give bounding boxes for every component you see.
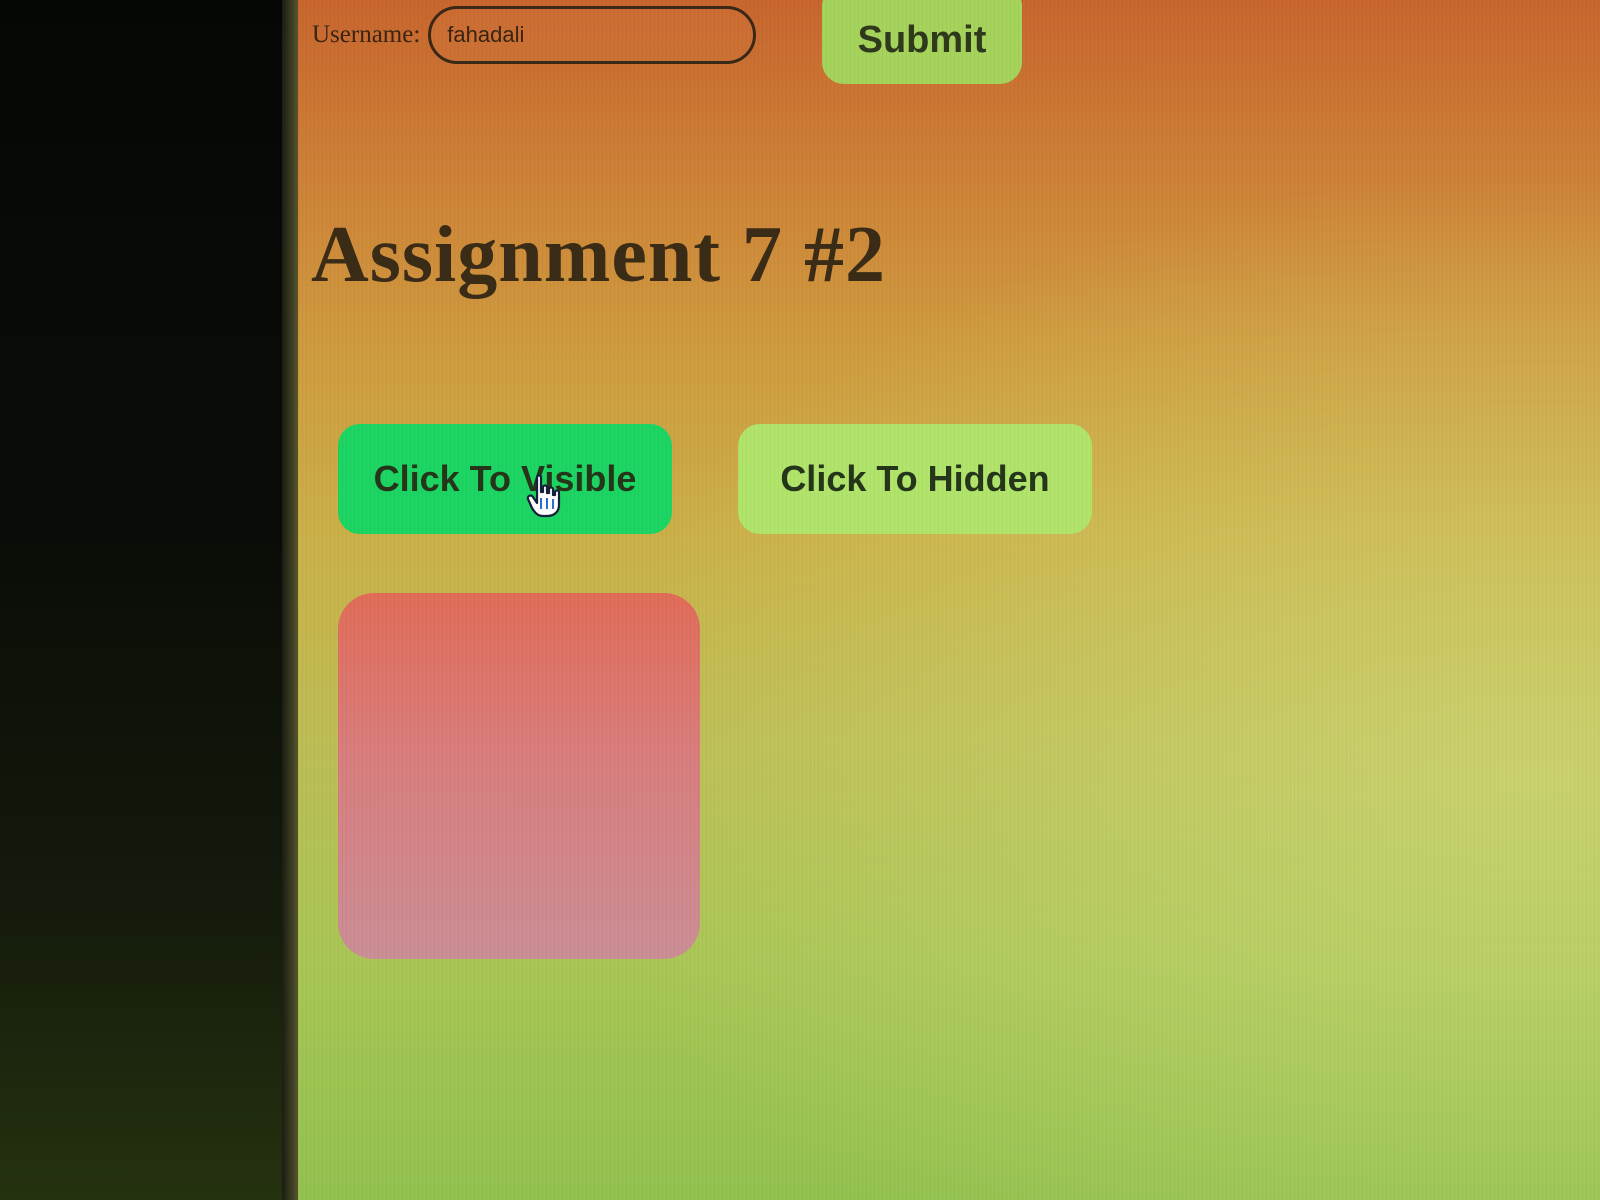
monitor-bezel-edge bbox=[282, 0, 298, 1200]
username-label: Username: bbox=[312, 21, 421, 48]
username-row: Username: bbox=[312, 6, 757, 64]
toggle-box bbox=[338, 593, 700, 959]
click-to-visible-button[interactable]: Click To Visible bbox=[338, 424, 672, 534]
page-title: Assignment 7 #2 bbox=[311, 211, 887, 299]
browser-viewport: Username: Submit Assignment 7 #2 Click T… bbox=[298, 0, 1600, 1200]
submit-button[interactable]: Submit bbox=[822, 0, 1022, 84]
username-input[interactable] bbox=[428, 6, 757, 64]
hand-pointer-icon bbox=[526, 474, 561, 518]
click-to-hidden-button[interactable]: Click To Hidden bbox=[738, 424, 1092, 534]
monitor-bezel bbox=[0, 0, 298, 1200]
